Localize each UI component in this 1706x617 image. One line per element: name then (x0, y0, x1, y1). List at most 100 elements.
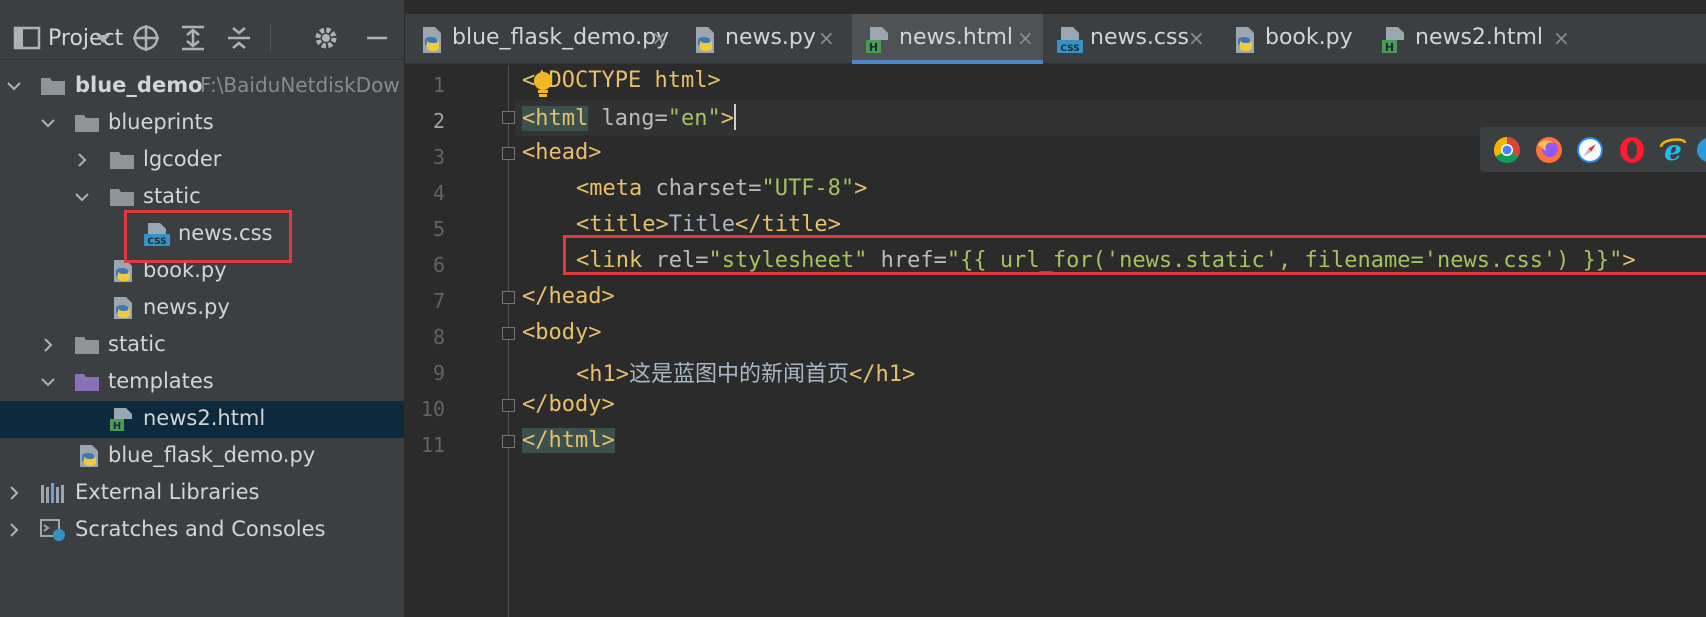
tab-blue-flask-demo-py[interactable]: blue_flask_demo.py × (405, 14, 678, 64)
hide-icon[interactable] (362, 23, 392, 53)
line-number: 11 (420, 433, 445, 457)
code-line-7: </head> (522, 284, 615, 309)
tab-label: blue_flask_demo.py (452, 25, 670, 50)
tab-news-html[interactable]: H news.html × (852, 14, 1043, 64)
line-number: 3 (432, 145, 445, 169)
safari-icon[interactable] (1575, 135, 1605, 165)
tab-book-py[interactable]: book.py (1218, 14, 1368, 64)
close-icon[interactable]: × (1188, 26, 1205, 50)
tree-item-lgcoder[interactable]: lgcoder (0, 142, 404, 179)
tree-item-label: blue_demo (75, 73, 203, 97)
edge-icon[interactable] (1694, 135, 1706, 165)
tree-item-label: static (108, 332, 166, 356)
code-line-3: <head> (522, 140, 601, 165)
chevron-down-icon[interactable] (38, 113, 58, 133)
line-number-gutter: 1 2 3 4 5 6 7 8 9 10 11 (405, 65, 505, 617)
line-number: 7 (432, 289, 445, 313)
line-number: 10 (420, 397, 445, 421)
firefox-icon[interactable] (1534, 135, 1564, 165)
libraries-icon (41, 483, 64, 503)
tree-item-news2-html[interactable]: H news2.html (0, 401, 404, 438)
dropdown-icon[interactable] (92, 27, 114, 49)
tree-item-label: blueprints (108, 110, 214, 134)
line-number: 9 (432, 361, 445, 385)
project-view-icon[interactable] (12, 23, 42, 53)
locate-icon[interactable] (131, 23, 161, 53)
tree-item-static-root[interactable]: static (0, 327, 404, 364)
code-token: > (720, 106, 734, 131)
gear-icon[interactable] (311, 23, 341, 53)
code-token: </body> (522, 392, 615, 417)
tab-label: news2.html (1415, 25, 1544, 50)
tree-item-templates[interactable]: templates (0, 364, 404, 401)
code-line-8: <body> (522, 320, 601, 345)
tree-item-scratches[interactable]: Scratches and Consoles (0, 512, 404, 549)
tree-item-blue-demo[interactable]: blue_demo F:\BaiduNetdiskDow (0, 68, 404, 105)
html-file-icon: H (1382, 27, 1404, 54)
code-line-5: <title>Title</title> (576, 212, 841, 237)
collapse-all-icon[interactable] (224, 23, 254, 53)
fold-marker-icon[interactable] (502, 147, 515, 160)
code-token: <html (522, 106, 589, 131)
tab-label: news.html (899, 25, 1014, 50)
tree-item-blueprints[interactable]: blueprints (0, 105, 404, 142)
close-icon[interactable]: × (818, 26, 835, 50)
tree-item-external-libraries[interactable]: External Libraries (0, 475, 404, 512)
folder-icon (110, 152, 134, 169)
code-token: Title (668, 212, 735, 237)
tree-item-label: External Libraries (75, 480, 260, 504)
fold-marker-icon[interactable] (502, 327, 515, 340)
fold-marker-icon[interactable] (502, 111, 515, 124)
tree-item-news-py[interactable]: news.py (0, 290, 404, 327)
close-icon[interactable]: × (1553, 26, 1570, 50)
code-token: </h1> (849, 362, 916, 387)
close-icon[interactable]: × (1017, 26, 1034, 50)
line-number: 5 (432, 217, 445, 241)
svg-text:H: H (1385, 41, 1394, 54)
line-number: 4 (432, 181, 445, 205)
code-line-9: <h1>这是蓝图中的新闻首页</h1> (576, 356, 915, 388)
chrome-icon[interactable] (1492, 135, 1522, 165)
fold-marker-icon[interactable] (502, 435, 515, 448)
line-number: 2 (432, 109, 445, 133)
svg-text:H: H (113, 421, 121, 431)
python-file-icon (1236, 27, 1254, 53)
open-in-browser-toolbar: e (1480, 127, 1706, 172)
line-number: 6 (432, 253, 445, 277)
code-token: <title> (576, 212, 669, 237)
tree-item-label: blue_flask_demo.py (108, 443, 316, 467)
chevron-right-icon[interactable] (4, 483, 24, 503)
chevron-down-icon[interactable] (38, 372, 58, 392)
tab-news-css[interactable]: CSS news.css × (1043, 14, 1213, 64)
fold-marker-icon[interactable] (502, 399, 515, 412)
tab-label: news.css (1090, 25, 1189, 50)
python-file-icon (114, 297, 132, 319)
tab-news-py[interactable]: news.py × (678, 14, 843, 64)
code-line-4: <meta charset="UTF-8"> (576, 176, 867, 201)
tree-item-blue-flask-demo-py[interactable]: blue_flask_demo.py (0, 438, 404, 475)
tree-item-label: lgcoder (143, 147, 222, 171)
ie-icon[interactable]: e (1658, 135, 1688, 165)
fold-marker-icon[interactable] (502, 291, 515, 304)
code-token: lang= (588, 106, 668, 131)
opera-icon[interactable] (1617, 135, 1647, 165)
code-token: <h1> (576, 362, 629, 387)
expand-all-icon[interactable] (178, 23, 208, 53)
project-path: F:\BaiduNetdiskDow (200, 73, 400, 97)
templates-folder-icon (75, 374, 99, 391)
tab-news2-html[interactable]: H news2.html × (1368, 14, 1578, 64)
css-file-icon: CSS (1057, 27, 1083, 54)
chevron-down-icon[interactable] (72, 187, 92, 207)
chevron-right-icon[interactable] (4, 520, 24, 540)
code-line-10: </body> (522, 392, 615, 417)
close-icon[interactable]: × (651, 26, 668, 50)
python-file-icon (423, 27, 441, 53)
code-token: </title> (734, 212, 841, 237)
python-file-icon (696, 27, 714, 53)
lightbulb-icon[interactable] (533, 71, 553, 99)
chevron-right-icon[interactable] (38, 335, 58, 355)
line-number: 8 (432, 325, 445, 349)
chevron-down-icon[interactable] (4, 76, 24, 96)
chevron-right-icon[interactable] (72, 150, 92, 170)
code-token: 这是蓝图中的新闻首页 (628, 362, 849, 387)
